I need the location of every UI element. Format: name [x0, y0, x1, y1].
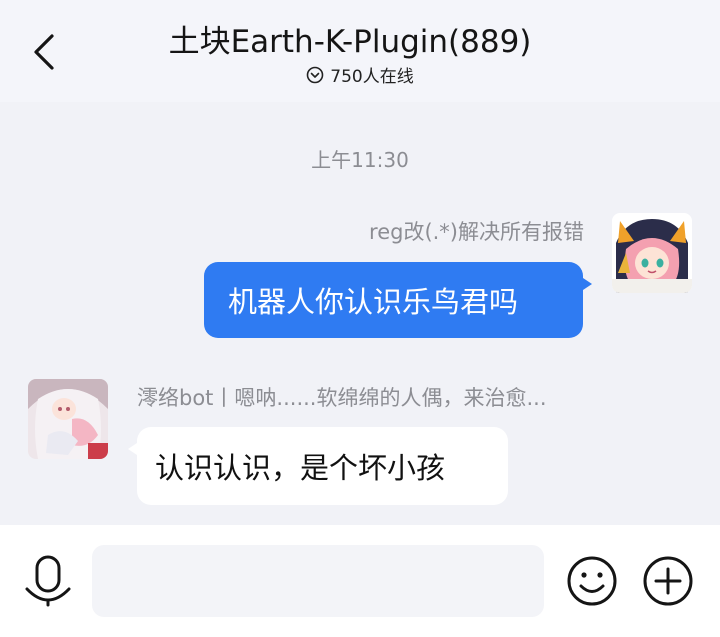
sender-name[interactable]: reg改(.*)解决所有报错 [369, 216, 584, 246]
avatar-image [28, 379, 108, 459]
microphone-icon [25, 555, 71, 607]
avatar[interactable] [28, 379, 108, 459]
chevron-down-circle-icon [306, 66, 324, 83]
message-bubble-outgoing[interactable]: 机器人你认识乐鸟君吗 [204, 262, 592, 338]
avatar-image [612, 213, 692, 293]
smiley-icon [567, 556, 617, 606]
message-text: 机器人你认识乐鸟君吗 [228, 285, 519, 319]
emoji-button[interactable] [566, 555, 618, 607]
more-button[interactable] [642, 555, 694, 607]
message-text: 认识认识，是个坏小孩 [155, 451, 446, 485]
group-title-text: 土块Earth-K-Plugin(889) [168, 24, 532, 60]
chat-header: 土块Earth-K-Plugin(889) 750人在线 [0, 0, 720, 102]
message-timestamp: 上午11:30 [311, 148, 409, 172]
message-input[interactable] [92, 545, 544, 617]
sender-name[interactable]: 澪络bot丨嗯呐......软绵绵的人偶，来治愈... [137, 382, 547, 412]
composer-bar [0, 525, 720, 637]
group-title[interactable]: 土块Earth-K-Plugin(889) [0, 16, 720, 61]
voice-button[interactable] [24, 555, 72, 607]
avatar[interactable] [612, 213, 692, 293]
online-status[interactable]: 750人在线 [0, 62, 720, 89]
plus-circle-icon [643, 556, 693, 606]
online-count: 750人在线 [330, 67, 414, 87]
message-bubble-incoming[interactable]: 认识认识，是个坏小孩 [128, 427, 508, 505]
